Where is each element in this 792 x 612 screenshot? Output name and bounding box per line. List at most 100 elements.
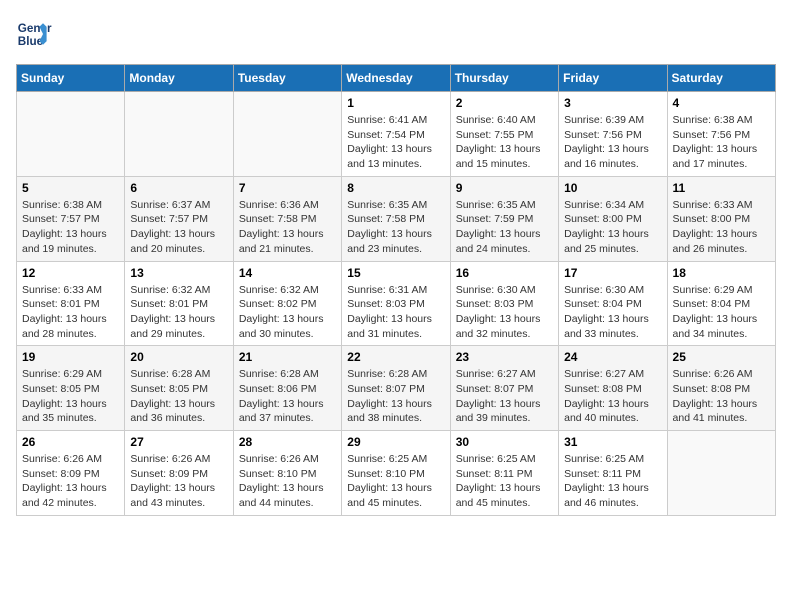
day-number: 31 (564, 435, 661, 449)
calendar-cell: 18 Sunrise: 6:29 AM Sunset: 8:04 PM Dayli… (667, 261, 775, 346)
day-info: Sunrise: 6:30 AM Sunset: 8:03 PM Dayligh… (456, 283, 553, 342)
day-info: Sunrise: 6:35 AM Sunset: 7:58 PM Dayligh… (347, 198, 444, 257)
day-number: 11 (673, 181, 770, 195)
day-info: Sunrise: 6:27 AM Sunset: 8:08 PM Dayligh… (564, 367, 661, 426)
calendar-cell: 4 Sunrise: 6:38 AM Sunset: 7:56 PM Daylig… (667, 92, 775, 177)
day-number: 28 (239, 435, 336, 449)
day-info: Sunrise: 6:32 AM Sunset: 8:02 PM Dayligh… (239, 283, 336, 342)
calendar-cell: 5 Sunrise: 6:38 AM Sunset: 7:57 PM Daylig… (17, 176, 125, 261)
day-info: Sunrise: 6:25 AM Sunset: 8:10 PM Dayligh… (347, 452, 444, 511)
day-number: 14 (239, 266, 336, 280)
day-number: 24 (564, 350, 661, 364)
calendar-cell (233, 92, 341, 177)
calendar-cell: 9 Sunrise: 6:35 AM Sunset: 7:59 PM Daylig… (450, 176, 558, 261)
day-number: 23 (456, 350, 553, 364)
calendar-cell (667, 431, 775, 516)
calendar-cell: 2Sunrise: 6:40 AM Sunset: 7:55 PM Daylig… (450, 92, 558, 177)
day-info: Sunrise: 6:33 AM Sunset: 8:01 PM Dayligh… (22, 283, 119, 342)
calendar-cell: 19 Sunrise: 6:29 AM Sunset: 8:05 PM Dayli… (17, 346, 125, 431)
calendar-cell: 26 Sunrise: 6:26 AM Sunset: 8:09 PM Dayli… (17, 431, 125, 516)
day-number: 20 (130, 350, 227, 364)
day-info: Sunrise: 6:26 AM Sunset: 8:09 PM Dayligh… (130, 452, 227, 511)
day-info: Sunrise: 6:33 AM Sunset: 8:00 PM Dayligh… (673, 198, 770, 257)
day-info: Sunrise: 6:25 AM Sunset: 8:11 PM Dayligh… (564, 452, 661, 511)
day-info: Sunrise: 6:26 AM Sunset: 8:08 PM Dayligh… (673, 367, 770, 426)
calendar-cell: 24 Sunrise: 6:27 AM Sunset: 8:08 PM Dayli… (559, 346, 667, 431)
calendar-cell (17, 92, 125, 177)
day-number: 2 (456, 96, 553, 110)
day-number: 8 (347, 181, 444, 195)
calendar-week-row: 26 Sunrise: 6:26 AM Sunset: 8:09 PM Dayli… (17, 431, 776, 516)
calendar-cell: 14 Sunrise: 6:32 AM Sunset: 8:02 PM Dayli… (233, 261, 341, 346)
calendar-cell: 12 Sunrise: 6:33 AM Sunset: 8:01 PM Dayli… (17, 261, 125, 346)
calendar-cell: 10 Sunrise: 6:34 AM Sunset: 8:00 PM Dayli… (559, 176, 667, 261)
day-number: 25 (673, 350, 770, 364)
calendar-cell: 3Sunrise: 6:39 AM Sunset: 7:56 PM Daylig… (559, 92, 667, 177)
calendar-cell: 1Sunrise: 6:41 AM Sunset: 7:54 PM Daylig… (342, 92, 450, 177)
logo-icon: General Blue (16, 16, 52, 52)
day-info: Sunrise: 6:32 AM Sunset: 8:01 PM Dayligh… (130, 283, 227, 342)
calendar-cell (125, 92, 233, 177)
calendar-cell: 11 Sunrise: 6:33 AM Sunset: 8:00 PM Dayli… (667, 176, 775, 261)
day-info: Sunrise: 6:26 AM Sunset: 8:09 PM Dayligh… (22, 452, 119, 511)
day-info: Sunrise: 6:29 AM Sunset: 8:05 PM Dayligh… (22, 367, 119, 426)
weekday-header: Friday (559, 65, 667, 92)
day-info: Sunrise: 6:38 AM Sunset: 7:57 PM Dayligh… (22, 198, 119, 257)
day-number: 5 (22, 181, 119, 195)
weekday-header-row: SundayMondayTuesdayWednesdayThursdayFrid… (17, 65, 776, 92)
calendar-cell: 7 Sunrise: 6:36 AM Sunset: 7:58 PM Daylig… (233, 176, 341, 261)
calendar-cell: 23 Sunrise: 6:27 AM Sunset: 8:07 PM Dayli… (450, 346, 558, 431)
day-number: 15 (347, 266, 444, 280)
day-number: 9 (456, 181, 553, 195)
calendar-week-row: 19 Sunrise: 6:29 AM Sunset: 8:05 PM Dayli… (17, 346, 776, 431)
day-number: 6 (130, 181, 227, 195)
day-info: Sunrise: 6:34 AM Sunset: 8:00 PM Dayligh… (564, 198, 661, 257)
page-header: General Blue (16, 16, 776, 52)
weekday-header: Wednesday (342, 65, 450, 92)
day-info: Sunrise: 6:27 AM Sunset: 8:07 PM Dayligh… (456, 367, 553, 426)
day-number: 7 (239, 181, 336, 195)
weekday-header: Saturday (667, 65, 775, 92)
weekday-header: Tuesday (233, 65, 341, 92)
day-info: Sunrise: 6:28 AM Sunset: 8:06 PM Dayligh… (239, 367, 336, 426)
calendar-cell: 28 Sunrise: 6:26 AM Sunset: 8:10 PM Dayli… (233, 431, 341, 516)
day-number: 30 (456, 435, 553, 449)
calendar-cell: 27 Sunrise: 6:26 AM Sunset: 8:09 PM Dayli… (125, 431, 233, 516)
day-info: Sunrise: 6:28 AM Sunset: 8:07 PM Dayligh… (347, 367, 444, 426)
calendar-cell: 31 Sunrise: 6:25 AM Sunset: 8:11 PM Dayli… (559, 431, 667, 516)
day-info: Sunrise: 6:36 AM Sunset: 7:58 PM Dayligh… (239, 198, 336, 257)
calendar-cell: 17Sunrise: 6:30 AM Sunset: 8:04 PM Dayli… (559, 261, 667, 346)
calendar-cell: 6 Sunrise: 6:37 AM Sunset: 7:57 PM Daylig… (125, 176, 233, 261)
day-number: 16 (456, 266, 553, 280)
day-info: Sunrise: 6:31 AM Sunset: 8:03 PM Dayligh… (347, 283, 444, 342)
day-number: 22 (347, 350, 444, 364)
day-number: 13 (130, 266, 227, 280)
day-number: 21 (239, 350, 336, 364)
day-number: 29 (347, 435, 444, 449)
calendar-week-row: 1Sunrise: 6:41 AM Sunset: 7:54 PM Daylig… (17, 92, 776, 177)
calendar-cell: 13 Sunrise: 6:32 AM Sunset: 8:01 PM Dayli… (125, 261, 233, 346)
weekday-header: Thursday (450, 65, 558, 92)
calendar-cell: 16 Sunrise: 6:30 AM Sunset: 8:03 PM Dayli… (450, 261, 558, 346)
day-info: Sunrise: 6:38 AM Sunset: 7:56 PM Dayligh… (673, 113, 770, 172)
day-info: Sunrise: 6:26 AM Sunset: 8:10 PM Dayligh… (239, 452, 336, 511)
day-number: 26 (22, 435, 119, 449)
day-number: 10 (564, 181, 661, 195)
logo: General Blue (16, 16, 52, 52)
day-info: Sunrise: 6:25 AM Sunset: 8:11 PM Dayligh… (456, 452, 553, 511)
weekday-header: Sunday (17, 65, 125, 92)
day-number: 18 (673, 266, 770, 280)
day-number: 4 (673, 96, 770, 110)
day-info: Sunrise: 6:35 AM Sunset: 7:59 PM Dayligh… (456, 198, 553, 257)
calendar-cell: 22 Sunrise: 6:28 AM Sunset: 8:07 PM Dayli… (342, 346, 450, 431)
day-info: Sunrise: 6:41 AM Sunset: 7:54 PM Dayligh… (347, 113, 444, 172)
calendar-cell: 15 Sunrise: 6:31 AM Sunset: 8:03 PM Dayli… (342, 261, 450, 346)
calendar-cell: 20Sunrise: 6:28 AM Sunset: 8:05 PM Dayli… (125, 346, 233, 431)
day-number: 27 (130, 435, 227, 449)
calendar-table: SundayMondayTuesdayWednesdayThursdayFrid… (16, 64, 776, 516)
day-info: Sunrise: 6:37 AM Sunset: 7:57 PM Dayligh… (130, 198, 227, 257)
day-number: 12 (22, 266, 119, 280)
calendar-cell: 30 Sunrise: 6:25 AM Sunset: 8:11 PM Dayli… (450, 431, 558, 516)
day-info: Sunrise: 6:29 AM Sunset: 8:04 PM Dayligh… (673, 283, 770, 342)
day-number: 19 (22, 350, 119, 364)
